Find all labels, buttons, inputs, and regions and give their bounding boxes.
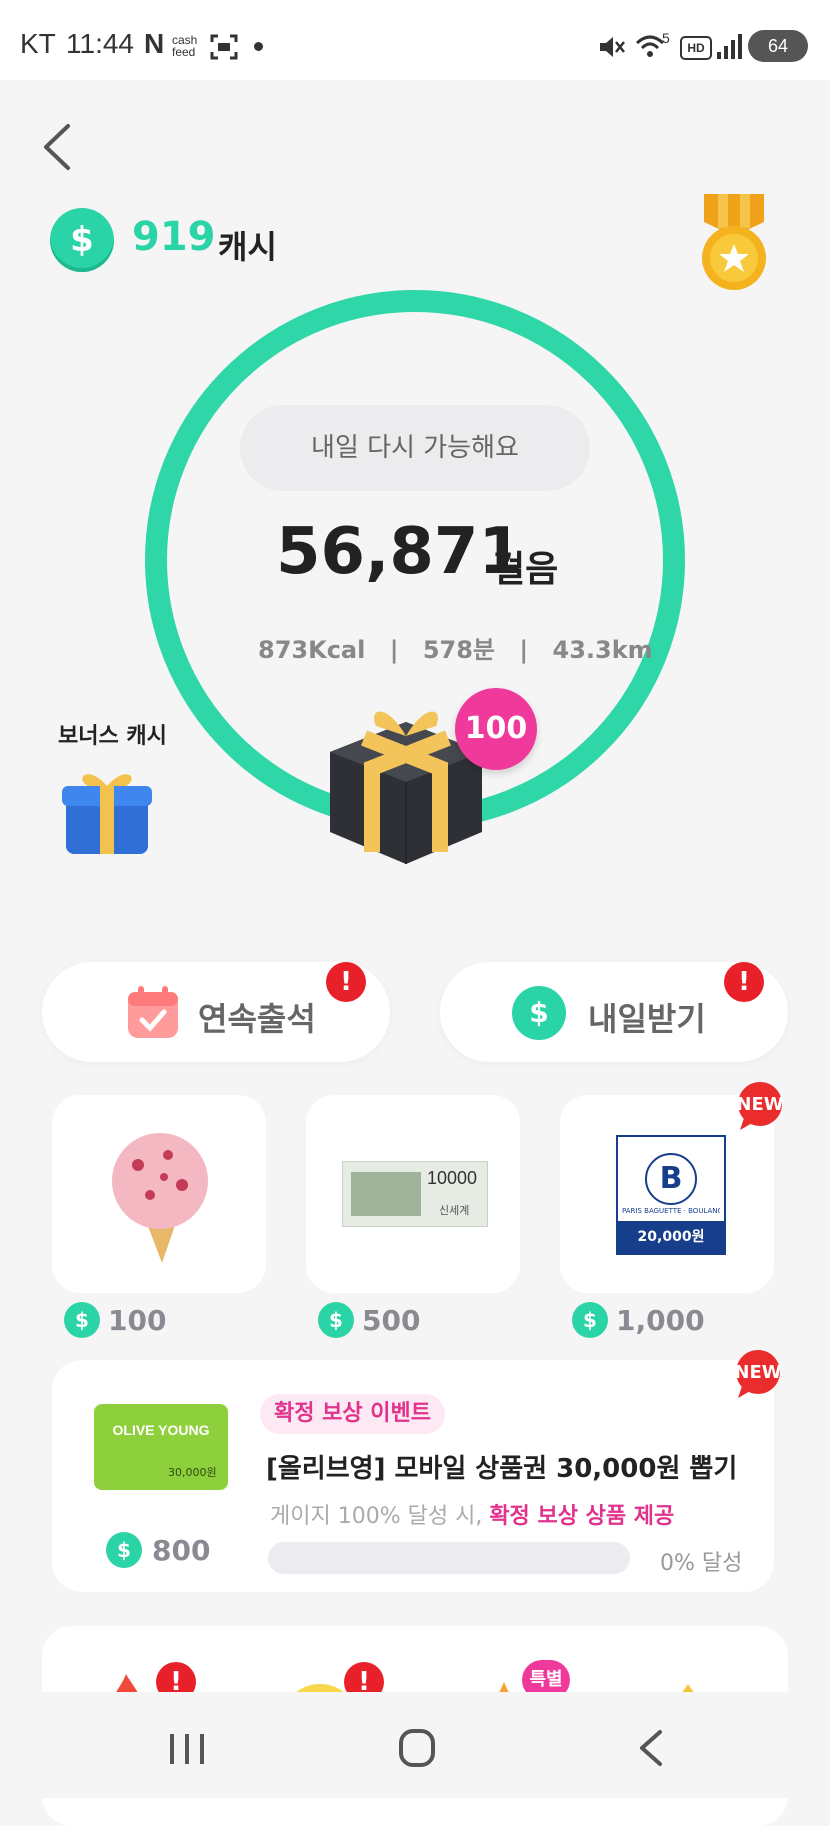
event-subtitle: 게이지 100% 달성 시, 확정 보상 상품 제공 bbox=[270, 1498, 674, 1530]
new-label: NEW bbox=[736, 1094, 784, 1115]
pb-amount: 20,000원 bbox=[618, 1221, 724, 1253]
naver-icon: N bbox=[144, 28, 165, 59]
carrier-label: KT bbox=[20, 28, 56, 59]
stats-separator: | bbox=[389, 636, 399, 664]
event-subtitle-prefix: 게이지 100% 달성 시, bbox=[270, 1504, 490, 1529]
cashfeed-icon: cash feed bbox=[172, 33, 198, 59]
status-pill: 내일 다시 가능해요 bbox=[240, 405, 590, 491]
minutes-value: 578분 bbox=[422, 636, 496, 664]
step-count: 56,871 bbox=[276, 515, 523, 589]
hd-icon: HD bbox=[680, 36, 712, 60]
price-coin-icon: $ bbox=[318, 1302, 354, 1338]
battery-icon: 64 bbox=[748, 30, 808, 62]
medal-icon[interactable] bbox=[694, 194, 774, 294]
home-icon[interactable] bbox=[398, 1728, 436, 1768]
coin-icon: $ bbox=[512, 986, 566, 1040]
calendar-check-icon bbox=[128, 986, 178, 1038]
price-coin-icon: $ bbox=[572, 1302, 608, 1338]
olive-young-card-image: OLIVE YOUNG 30,000원 bbox=[94, 1404, 228, 1490]
olive-young-logo: OLIVE YOUNG bbox=[112, 1422, 210, 1438]
attendance-alert-icon: ! bbox=[326, 962, 366, 1002]
step-unit: 걸음 bbox=[492, 549, 559, 590]
reward-badge: 100 bbox=[455, 688, 537, 770]
product-card-giftcard[interactable]: 10000 신세계 bbox=[306, 1095, 520, 1293]
scan-icon bbox=[210, 34, 238, 60]
tomorrow-alert-icon: ! bbox=[724, 962, 764, 1002]
voucher-image: 10000 신세계 bbox=[342, 1161, 488, 1227]
nav-back-icon[interactable] bbox=[636, 1728, 666, 1768]
bonus-gift-icon[interactable] bbox=[58, 760, 156, 858]
network-type: 5 bbox=[662, 30, 670, 46]
event-progress-text: 0% 달성 bbox=[660, 1551, 743, 1576]
price-coin-icon: $ bbox=[64, 1302, 100, 1338]
system-nav-bar bbox=[0, 1692, 830, 1798]
voucher-amount: 10000 bbox=[427, 1168, 478, 1188]
voucher-brand: 신세계 bbox=[439, 1204, 470, 1217]
cash-balance: 919 bbox=[132, 214, 216, 260]
olive-young-amount: 30,000원 bbox=[168, 1466, 217, 1479]
ice-cream-icon bbox=[112, 1133, 208, 1263]
clock: 11:44 bbox=[66, 28, 134, 59]
recent-apps-icon[interactable] bbox=[168, 1732, 206, 1766]
distance-value: 43.3km bbox=[552, 636, 653, 664]
price-coin-icon: $ bbox=[106, 1532, 142, 1568]
stats-separator: | bbox=[519, 636, 529, 664]
activity-stats: 873Kcal | 578분 | 43.3km bbox=[250, 630, 661, 665]
cash-unit: 캐시 bbox=[218, 228, 277, 266]
signal-icon bbox=[717, 34, 742, 59]
event-progress-bar bbox=[268, 1542, 630, 1574]
pb-voucher-image: B PARIS BAGUETTE · BOULANGERIE 20,000원 bbox=[616, 1135, 726, 1255]
tomorrow-receive-label: 내일받기 bbox=[588, 1000, 706, 1038]
voucher-building bbox=[351, 1172, 421, 1216]
event-price: 800 bbox=[152, 1534, 211, 1567]
back-button[interactable] bbox=[36, 120, 80, 174]
new-label: NEW bbox=[734, 1362, 782, 1383]
product-price: 500 bbox=[362, 1304, 421, 1337]
attendance-label: 연속출석 bbox=[198, 1000, 316, 1038]
product-card-icecream[interactable] bbox=[52, 1095, 266, 1293]
event-subtitle-highlight: 확정 보상 상품 제공 bbox=[489, 1504, 675, 1529]
status-bar: KT 11:44 N cash feed 5 HD 64 bbox=[0, 0, 830, 80]
mute-icon bbox=[600, 37, 625, 57]
cash-coin-icon: $ bbox=[50, 208, 114, 272]
pb-logo: B bbox=[645, 1153, 697, 1205]
pb-brand: PARIS BAGUETTE · BOULANGERIE bbox=[622, 1207, 720, 1215]
product-price: 1,000 bbox=[616, 1304, 705, 1337]
bonus-cash-label: 보너스 캐시 bbox=[58, 724, 167, 749]
event-title: [올리브영] 모바일 상품권 30,000원 뽑기 bbox=[266, 1454, 738, 1484]
kcal-value: 873Kcal bbox=[258, 636, 366, 664]
event-tag: 확정 보상 이벤트 bbox=[260, 1394, 445, 1434]
notification-dot bbox=[254, 42, 263, 51]
product-price: 100 bbox=[108, 1304, 167, 1337]
